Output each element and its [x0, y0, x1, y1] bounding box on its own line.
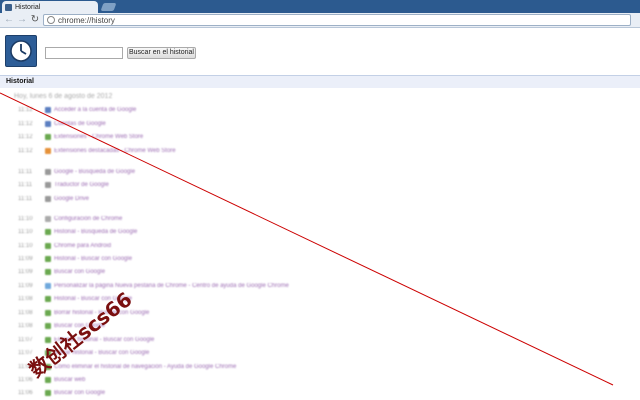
entry-time: 11:09	[18, 269, 33, 275]
site-favicon-icon	[45, 121, 51, 127]
history-entry[interactable]: 11:09 Buscar con Google	[18, 268, 105, 276]
entry-time: 11:12	[18, 107, 33, 113]
entry-link[interactable]: Traductor de Google	[54, 182, 109, 188]
history-entry[interactable]: 11:06 Buscar con Google	[18, 389, 105, 397]
section-title: Historial	[6, 78, 35, 85]
entry-time: 11:11	[18, 169, 33, 175]
tab-history[interactable]: Historial	[2, 1, 98, 13]
entry-time: 11:08	[18, 323, 33, 329]
entry-time: 11:08	[18, 310, 33, 316]
history-entry[interactable]: 11:11 Traductor de Google	[18, 181, 109, 189]
site-favicon-icon	[45, 229, 51, 235]
entry-time: 11:09	[18, 256, 33, 262]
search-history-button[interactable]: Buscar en el historial	[127, 47, 196, 59]
entry-link[interactable]: Google - Búsqueda de Google	[54, 169, 135, 175]
history-entry[interactable]: 11:10 Historial - Búsqueda de Google	[18, 228, 137, 236]
address-text: chrome://history	[58, 15, 115, 25]
site-favicon-icon	[45, 323, 51, 329]
entry-link[interactable]: Extensiones - Chrome Web Store	[54, 134, 143, 140]
page-icon	[47, 16, 55, 24]
entry-link[interactable]: Google Drive	[54, 196, 89, 202]
entry-time: 11:10	[18, 243, 33, 249]
history-entry[interactable]: 11:12 Extensiones destacadas - Chrome Web…	[18, 147, 176, 155]
entry-time: 11:12	[18, 148, 33, 154]
entry-time: 11:12	[18, 121, 33, 127]
entry-link[interactable]: Historial - Buscar con Google	[54, 256, 132, 262]
site-favicon-icon	[45, 107, 51, 113]
site-favicon-icon	[45, 256, 51, 262]
history-entry[interactable]: 11:10 Configuración de Chrome	[18, 215, 122, 223]
entry-link[interactable]: Cómo eliminar el historial de navegación…	[54, 364, 236, 370]
site-favicon-icon	[45, 390, 51, 396]
entry-link[interactable]: Personalizar la página Nueva pestaña de …	[54, 283, 289, 289]
entry-time: 11:12	[18, 134, 33, 140]
entry-time: 11:09	[18, 283, 33, 289]
history-search-input[interactable]	[45, 47, 123, 59]
browser-toolbar: ← → ↻ chrome://history	[0, 13, 640, 28]
back-arrow-icon[interactable]: ←	[3, 14, 15, 26]
history-entry[interactable]: 11:06 Buscar web	[18, 376, 85, 384]
site-favicon-icon	[45, 243, 51, 249]
site-favicon-icon	[45, 310, 51, 316]
reload-icon[interactable]: ↻	[29, 14, 41, 26]
history-favicon-icon	[5, 3, 12, 11]
site-favicon-icon	[45, 148, 51, 154]
history-entry[interactable]: 11:12 Extensiones - Chrome Web Store	[18, 133, 143, 141]
tab-strip: Historial	[0, 0, 640, 13]
entry-link[interactable]: Cuentas de Google	[54, 121, 106, 127]
new-tab-button[interactable]	[100, 3, 117, 11]
entry-link[interactable]: Buscar web	[54, 377, 85, 383]
entry-link[interactable]: Historial - Búsqueda de Google	[54, 229, 137, 235]
entry-link[interactable]: Buscar con Google	[54, 269, 105, 275]
entry-link[interactable]: Acceder a la cuenta de Google	[54, 107, 136, 113]
history-entry[interactable]: 11:12 Cuentas de Google	[18, 120, 106, 128]
entry-link[interactable]: Buscar con Google	[54, 390, 105, 396]
entry-time: 11:10	[18, 216, 33, 222]
section-header: Historial	[0, 75, 640, 88]
entry-link[interactable]: Extensiones destacadas - Chrome Web Stor…	[54, 148, 176, 154]
entry-time: 11:06	[18, 390, 33, 396]
site-favicon-icon	[45, 283, 51, 289]
site-favicon-icon	[45, 134, 51, 140]
history-entry[interactable]: 11:11 Google Drive	[18, 195, 89, 203]
entry-link[interactable]: Chrome para Android	[54, 243, 111, 249]
site-favicon-icon	[45, 296, 51, 302]
history-entry[interactable]: 11:10 Chrome para Android	[18, 242, 111, 250]
history-entry[interactable]: 11:11 Google - Búsqueda de Google	[18, 168, 135, 176]
entry-time: 11:07	[18, 337, 33, 343]
history-entry[interactable]: 11:09 Personalizar la página Nueva pestañ…	[18, 282, 289, 290]
site-favicon-icon	[45, 196, 51, 202]
entry-time: 11:11	[18, 182, 33, 188]
address-bar[interactable]: chrome://history	[43, 14, 631, 26]
site-favicon-icon	[45, 216, 51, 222]
site-favicon-icon	[45, 182, 51, 188]
entry-time: 11:11	[18, 196, 33, 202]
site-favicon-icon	[45, 169, 51, 175]
entry-link[interactable]: Configuración de Chrome	[54, 216, 122, 222]
day-header: Hoy, lunes 6 de agosto de 2012	[14, 93, 113, 100]
entry-time: 11:08	[18, 296, 33, 302]
entry-time: 11:10	[18, 229, 33, 235]
site-favicon-icon	[45, 269, 51, 275]
forward-arrow-icon[interactable]: →	[16, 14, 28, 26]
history-entry[interactable]: 11:09 Historial - Buscar con Google	[18, 255, 132, 263]
history-clock-icon	[5, 35, 37, 67]
history-entry[interactable]: 11:12 Acceder a la cuenta de Google	[18, 106, 136, 114]
tab-title: Historial	[15, 3, 41, 11]
